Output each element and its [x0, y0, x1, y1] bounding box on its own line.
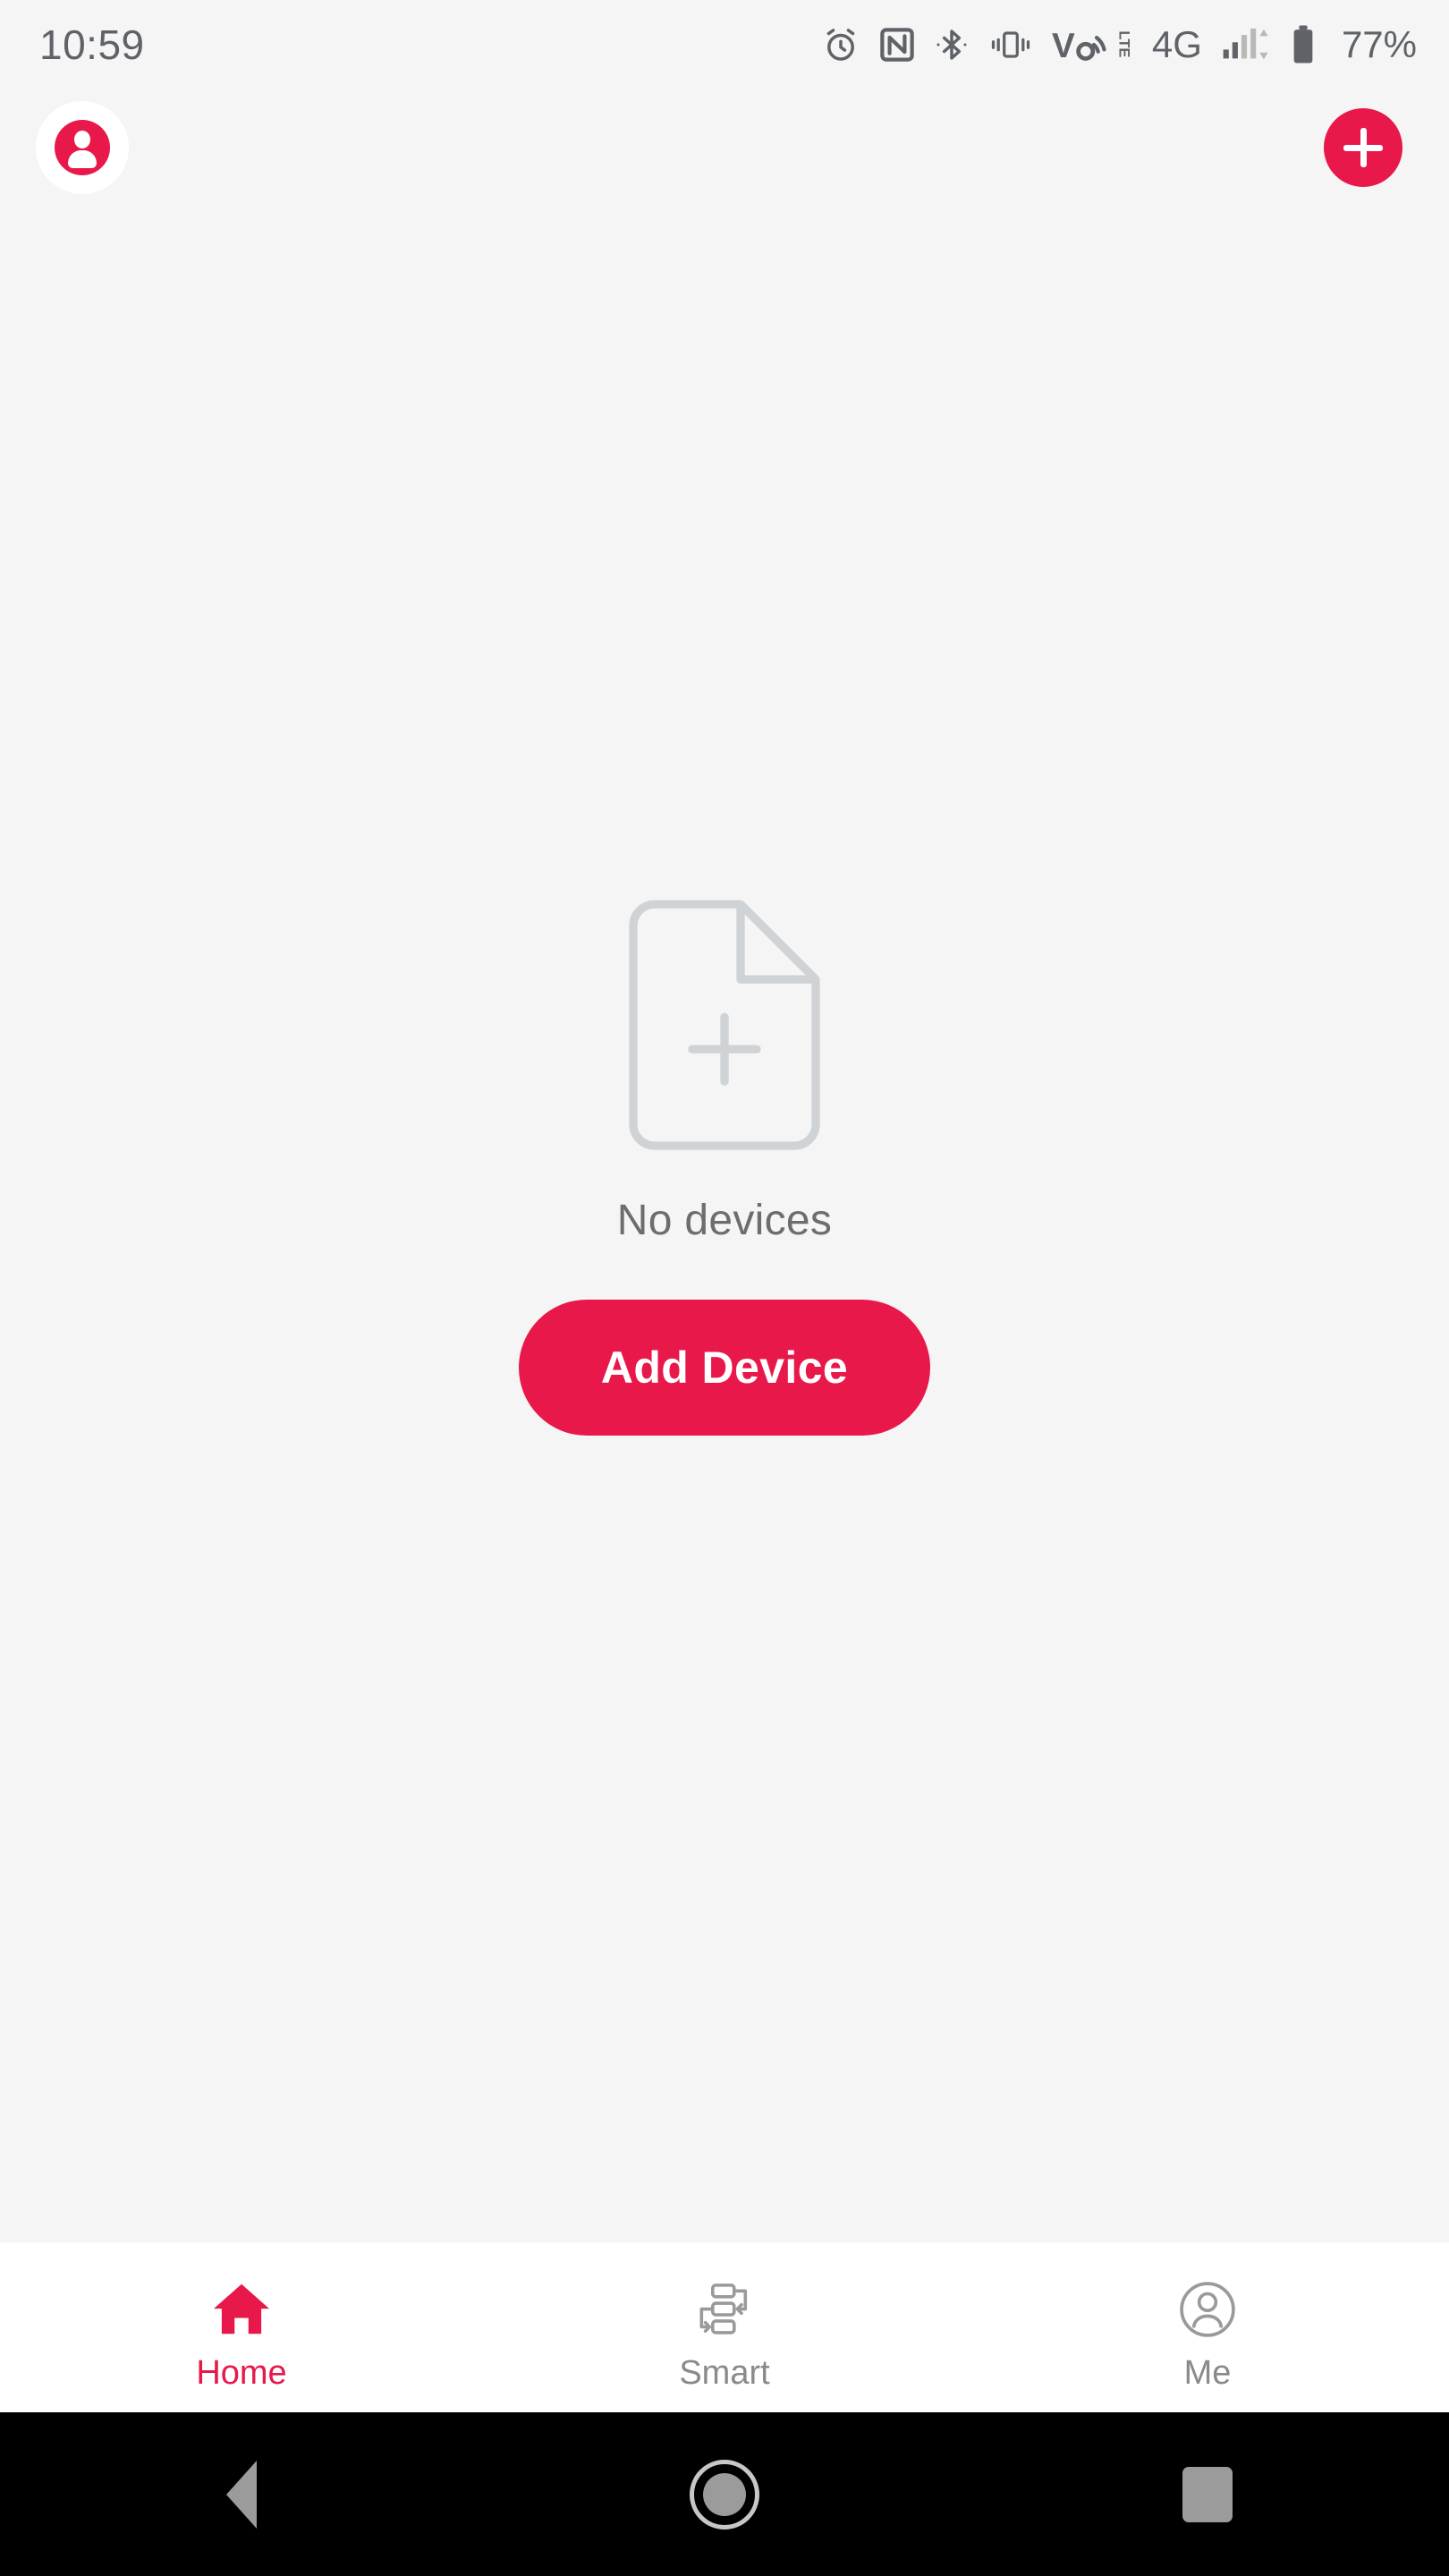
tab-me-label: Me	[1183, 2354, 1232, 2392]
volte-icon: V LTE	[1052, 24, 1134, 65]
back-triangle-icon	[226, 2460, 257, 2529]
automation-icon	[692, 2277, 757, 2342]
tab-home[interactable]: Home	[0, 2242, 483, 2412]
empty-state-message: No devices	[616, 1197, 833, 1244]
tab-me[interactable]: Me	[966, 2242, 1449, 2412]
tab-home-label: Home	[196, 2354, 287, 2392]
nfc-icon	[878, 26, 916, 64]
vibrate-icon	[987, 27, 1034, 63]
status-bar: 10:59 V LTE 4G 77%	[0, 0, 1449, 89]
tab-smart-label: Smart	[679, 2354, 770, 2392]
signal-icon	[1220, 25, 1272, 64]
person-circle-icon	[1175, 2277, 1240, 2342]
alarm-icon	[821, 25, 860, 64]
nav-recents-button[interactable]	[966, 2466, 1449, 2522]
app-bar	[0, 89, 1449, 206]
empty-state: No devices Add Device	[0, 894, 1449, 1436]
recents-square-icon	[1182, 2466, 1233, 2522]
phone-screen: 10:59 V LTE 4G 77% No devices Add Device…	[0, 0, 1449, 2576]
home-circle-icon	[690, 2459, 759, 2529]
main-content: No devices Add Device	[0, 206, 1449, 2242]
add-device-button[interactable]: Add Device	[519, 1300, 930, 1436]
nav-back-button[interactable]	[0, 2460, 483, 2529]
android-navigation-bar	[0, 2412, 1449, 2576]
network-type-label: 4G	[1151, 23, 1202, 65]
tab-smart[interactable]: Smart	[483, 2242, 966, 2412]
bluetooth-icon	[934, 25, 970, 64]
status-bar-icons: V LTE 4G 77%	[821, 24, 1417, 65]
home-icon	[209, 2277, 274, 2342]
status-bar-clock: 10:59	[39, 21, 145, 68]
add-device-fab[interactable]	[1324, 108, 1402, 187]
nav-home-button[interactable]	[483, 2459, 966, 2529]
svg-text:LTE: LTE	[1115, 30, 1132, 57]
person-icon	[55, 120, 110, 175]
battery-icon	[1290, 24, 1317, 65]
svg-text:V: V	[1052, 27, 1075, 65]
profile-avatar-button[interactable]	[36, 101, 129, 194]
document-add-icon	[629, 900, 820, 1150]
battery-percent-label: 77%	[1341, 23, 1417, 65]
bottom-tab-bar: Home Smart Me	[0, 2242, 1449, 2412]
